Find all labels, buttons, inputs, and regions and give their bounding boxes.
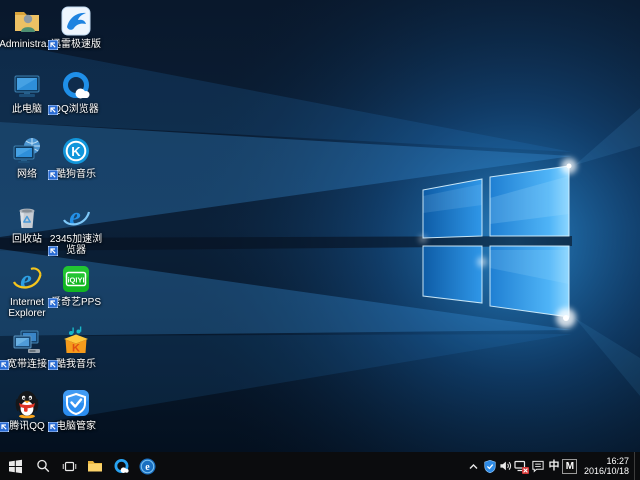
svg-text:e: e (20, 265, 32, 294)
desktop-icon-this-pc[interactable]: 此电脑 (0, 70, 55, 115)
kuwo-music-icon: K (60, 325, 92, 357)
ime-letter-label: M (562, 459, 577, 474)
folder-icon (87, 459, 103, 473)
shortcut-arrow-icon (48, 246, 58, 256)
qq-penguin-icon (11, 387, 43, 419)
shortcut-arrow-icon (48, 422, 58, 432)
volume-icon (499, 459, 513, 473)
kugou-music-icon: K (60, 135, 92, 167)
this-pc-icon (11, 70, 43, 102)
task-view-button[interactable] (56, 452, 82, 480)
recycle-bin-icon (11, 200, 43, 232)
clock-time: 16:27 (584, 456, 629, 466)
network-icon (11, 135, 43, 167)
desktop-icon-kuwo[interactable]: K 酷我音乐 (48, 325, 104, 370)
2345-browser-icon: e (139, 458, 156, 475)
taskbar: e (0, 452, 640, 480)
svg-text:e: e (145, 462, 150, 473)
desktop: Administra... 此电脑 网络 (0, 0, 640, 452)
system-tray: 中 M 16:27 2016/10/18 (466, 452, 640, 480)
taskbar-clock[interactable]: 16:27 2016/10/18 (584, 456, 629, 476)
tray-pc-manager-button[interactable] (482, 452, 498, 480)
chevron-up-icon (467, 460, 480, 473)
desktop-icon-thunder[interactable]: 迅雷极速版 (48, 5, 104, 50)
desktop-icon-kugou[interactable]: K 酷狗音乐 (48, 135, 104, 180)
taskbar-qq-browser-button[interactable] (108, 452, 134, 480)
search-button[interactable] (30, 452, 56, 480)
start-button[interactable] (0, 452, 30, 480)
search-icon (36, 459, 50, 473)
ime-input-method-button[interactable]: M (562, 452, 578, 480)
icon-label: 网络 (0, 169, 55, 180)
clock-date: 2016/10/18 (584, 466, 629, 476)
icon-label: 此电脑 (0, 104, 55, 115)
svg-text:e: e (69, 202, 81, 231)
tray-network-button[interactable] (514, 452, 530, 480)
shortcut-arrow-icon (48, 298, 58, 308)
task-view-icon (62, 460, 77, 473)
desktop-icon-administrator[interactable]: Administra... (0, 5, 55, 50)
iqiyi-pps-icon: iQIYI (60, 263, 92, 295)
administrator-folder-icon (11, 5, 43, 37)
shortcut-arrow-icon (48, 40, 58, 50)
internet-explorer-icon: e (11, 263, 43, 295)
desktop-icon-recycle-bin[interactable]: 回收站 (0, 200, 55, 245)
desktop-icon-internet-explorer[interactable]: e Internet Explorer (0, 263, 55, 319)
svg-text:K: K (72, 343, 80, 355)
shortcut-arrow-icon (0, 360, 9, 370)
shortcut-arrow-icon (0, 422, 9, 432)
icon-label: Administra... (0, 39, 55, 50)
taskbar-2345-browser-button[interactable]: e (134, 452, 160, 480)
qq-browser-icon (113, 458, 130, 475)
icon-label: 回收站 (0, 234, 55, 245)
pc-manager-shield-icon (60, 387, 92, 419)
desktop-icon-broadband[interactable]: 宽带连接 (0, 325, 55, 370)
desktop-icon-iqiyi[interactable]: iQIYI 爱奇艺PPS (48, 263, 104, 308)
thunder-bird-icon (60, 5, 92, 37)
windows-logo-icon (8, 459, 23, 474)
qq-browser-icon (60, 70, 92, 102)
svg-text:iQIYI: iQIYI (67, 276, 84, 285)
tray-volume-button[interactable] (498, 452, 514, 480)
file-explorer-button[interactable] (82, 452, 108, 480)
action-center-icon (531, 459, 545, 473)
network-disconnected-icon (514, 459, 529, 474)
shortcut-arrow-icon (48, 170, 58, 180)
show-desktop-button[interactable] (634, 452, 640, 480)
ime-mode-label: 中 (548, 452, 559, 480)
desktop-icon-qq-browser[interactable]: QQ浏览器 (48, 70, 104, 115)
broadband-connection-icon (11, 325, 43, 357)
svg-text:K: K (71, 144, 81, 159)
shield-icon (483, 459, 497, 474)
desktop-icon-2345-browser[interactable]: e 2345加速浏览器 (48, 200, 104, 256)
desktop-icon-network[interactable]: 网络 (0, 135, 55, 180)
ime-language-indicator[interactable]: 中 (546, 452, 562, 480)
action-center-button[interactable] (530, 452, 546, 480)
shortcut-arrow-icon (48, 360, 58, 370)
shortcut-arrow-icon (48, 105, 58, 115)
2345-browser-icon: e (60, 200, 92, 232)
desktop-icon-pc-manager[interactable]: 电脑管家 (48, 387, 104, 432)
desktop-icon-tencent-qq[interactable]: 腾讯QQ (0, 387, 55, 432)
show-hidden-icons-button[interactable] (466, 452, 482, 480)
icon-label: Internet Explorer (0, 297, 55, 319)
